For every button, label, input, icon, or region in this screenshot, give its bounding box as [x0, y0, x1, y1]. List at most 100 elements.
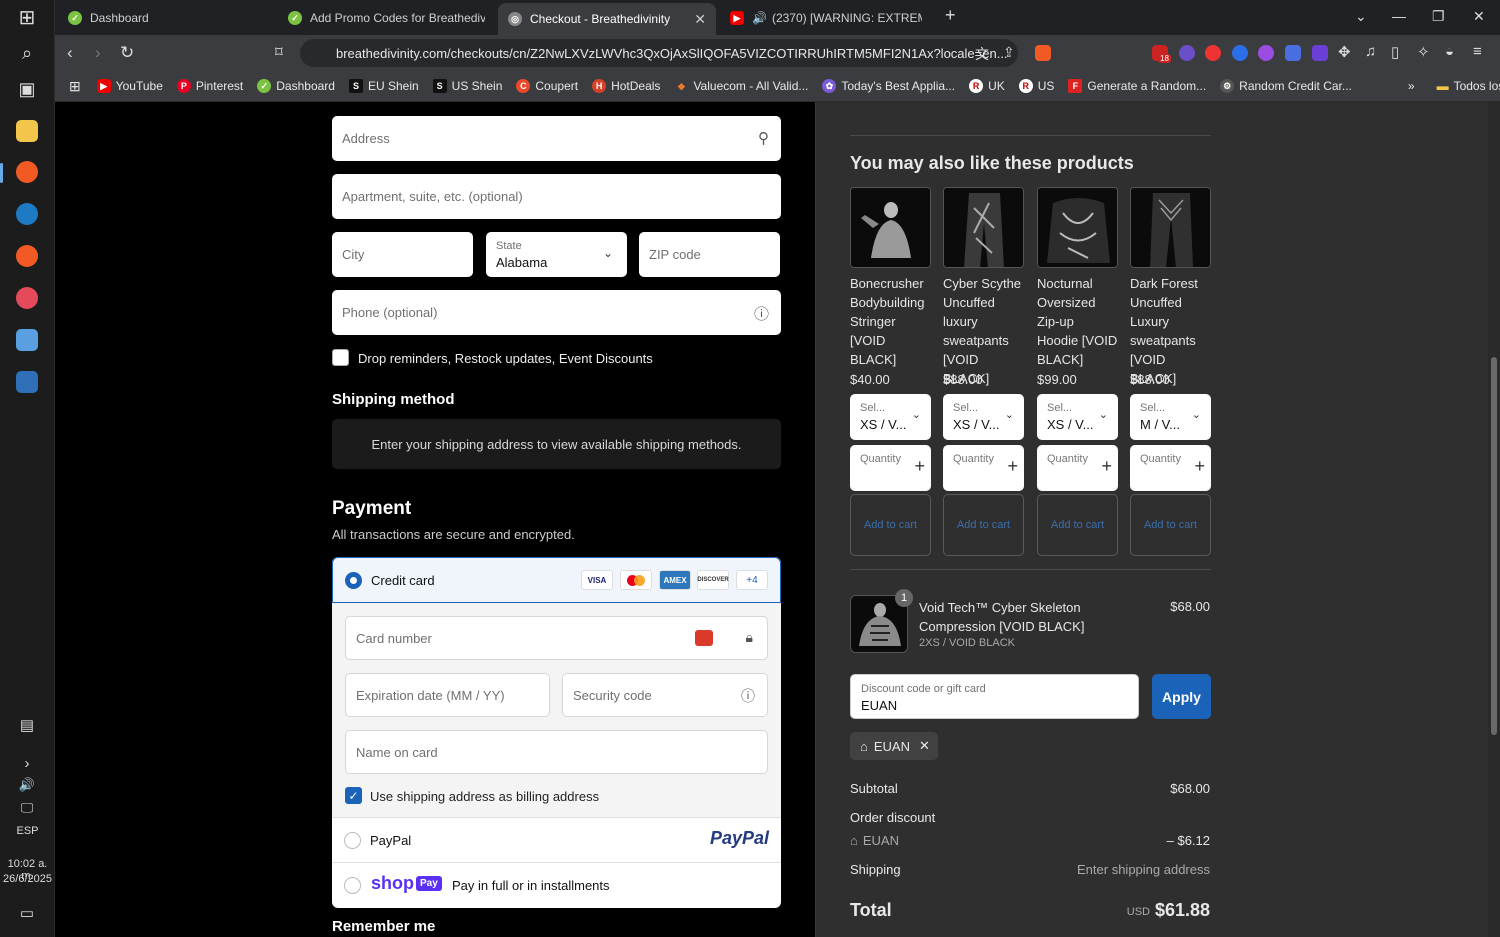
tab-dashboard[interactable]: ✓ Dashboard — [58, 4, 273, 32]
state-select[interactable]: State Alabama ⌄ — [486, 232, 627, 277]
bookmark-valuecom[interactable]: ◆ Valuecom - All Valid... — [674, 79, 808, 93]
shoppay-option[interactable]: shop Pay Pay in full or in installments — [332, 863, 781, 908]
tab-checkout[interactable]: ◎ Checkout - Breathedivinity ✕ — [498, 3, 716, 35]
product-variant-select[interactable]: Sel... M / V... ⌄ — [1130, 394, 1211, 440]
security-code-field[interactable]: Security code ⓘ — [562, 673, 768, 717]
extension-icon[interactable] — [1285, 45, 1301, 61]
product-name[interactable]: Nocturnal Oversized Zip-up Hoodie [VOID … — [1037, 274, 1118, 369]
leo-ai-icon[interactable]: ✧ — [1417, 43, 1430, 61]
address-field[interactable]: Address ⚲ — [332, 116, 781, 161]
app-icon[interactable] — [16, 329, 38, 351]
product-variant-select[interactable]: Sel... XS / V... ⌄ — [943, 394, 1024, 440]
windows-start-icon[interactable]: ⊞ — [14, 4, 40, 30]
music-icon[interactable]: ♫ — [1365, 43, 1376, 60]
maximize-button[interactable]: ❐ — [1432, 8, 1445, 25]
apply-button[interactable]: Apply — [1152, 674, 1211, 719]
minimize-button[interactable]: — — [1392, 8, 1406, 24]
brave-profile-icon[interactable] — [16, 245, 38, 267]
calculator-icon[interactable] — [16, 371, 38, 393]
translate-icon[interactable]: 文 — [975, 44, 989, 64]
brave-profile-icon[interactable] — [16, 287, 38, 309]
phone-field[interactable]: Phone (optional) ⓘ — [332, 290, 781, 335]
paypal-option[interactable]: PayPal PayPal — [332, 818, 781, 863]
apps-grid-icon[interactable]: ⊞ — [69, 78, 81, 95]
credit-card-radio[interactable] — [345, 572, 362, 589]
new-tab-button[interactable]: + — [945, 5, 956, 26]
close-window-button[interactable]: ✕ — [1473, 8, 1485, 25]
url-bar[interactable]: breathedivinity.com/checkouts/cn/Z2NwLXV… — [300, 39, 1018, 67]
product-image[interactable] — [943, 187, 1024, 268]
bookmark-random-credit-card[interactable]: ⚙ Random Credit Car... — [1220, 79, 1352, 93]
extension-icon[interactable] — [1205, 45, 1221, 61]
share-icon[interactable]: ⇪ — [1003, 44, 1015, 61]
scrollbar-thumb[interactable] — [1491, 357, 1497, 735]
tab-add-promo-codes[interactable]: ✓ Add Promo Codes for Breathedivinity — [278, 4, 493, 32]
brave-shield-icon[interactable] — [1035, 45, 1051, 61]
bookmark-dashboard[interactable]: ✓ Dashboard — [257, 79, 335, 93]
clock-date[interactable]: 26/6/2025 — [0, 873, 55, 885]
name-on-card-field[interactable]: Name on card — [345, 730, 768, 774]
search-icon[interactable]: ⌕ — [14, 40, 40, 66]
language-indicator[interactable]: ESP — [0, 825, 55, 837]
notification-icon[interactable]: ▭ — [14, 900, 40, 926]
plus-icon[interactable]: + — [914, 456, 925, 477]
bookmark-todays-best[interactable]: ✿ Today's Best Applia... — [822, 79, 955, 93]
wallet-icon[interactable]: ◒ — [1445, 43, 1454, 60]
sidebar-icon[interactable]: ▯ — [1391, 43, 1399, 61]
news-widget-icon[interactable]: ▤ — [14, 712, 40, 738]
bookmark-us-shein[interactable]: S US Shein — [432, 79, 502, 93]
file-explorer-icon[interactable] — [16, 120, 38, 142]
apartment-field[interactable]: Apartment, suite, etc. (optional) — [332, 174, 781, 219]
shoppay-radio[interactable] — [344, 877, 361, 894]
tab-search-icon[interactable]: ⌄ — [1355, 8, 1367, 25]
reminders-checkbox[interactable] — [332, 349, 349, 366]
forward-button[interactable]: › — [95, 43, 101, 63]
add-to-cart-button[interactable]: Add to cart — [943, 494, 1024, 556]
puzzle-icon[interactable]: ✥ — [1338, 43, 1351, 61]
extension-icon[interactable] — [1232, 45, 1248, 61]
product-quantity[interactable]: Quantity + — [1130, 445, 1211, 491]
product-quantity[interactable]: Quantity + — [850, 445, 931, 491]
bookmark-pinterest[interactable]: P Pinterest — [176, 79, 243, 93]
help-icon[interactable]: ⓘ — [754, 303, 769, 324]
extension-icon[interactable] — [1179, 45, 1195, 61]
extension-icon[interactable] — [1258, 45, 1274, 61]
bookmark-icon[interactable]: ⌑ — [275, 43, 283, 61]
bookmarks-more-button[interactable]: » — [1408, 79, 1415, 93]
product-variant-select[interactable]: Sel... XS / V... ⌄ — [1037, 394, 1118, 440]
remove-discount-icon[interactable]: ✕ — [919, 738, 930, 754]
bookmark-generate-random[interactable]: F Generate a Random... — [1068, 79, 1206, 93]
all-favorites-folder[interactable]: ▬ Todos los favoritos — [1437, 79, 1500, 93]
brave-icon[interactable] — [16, 161, 38, 183]
product-quantity[interactable]: Quantity + — [1037, 445, 1118, 491]
close-icon[interactable]: ✕ — [694, 11, 706, 28]
city-field[interactable]: City — [332, 232, 473, 277]
brave-profile-icon[interactable] — [16, 203, 38, 225]
product-name[interactable]: Bonecrusher Bodybuilding Stringer [VOID … — [850, 274, 931, 369]
product-name[interactable]: Dark Forest Uncuffed Luxury sweatpants [… — [1130, 274, 1211, 388]
task-view-icon[interactable]: ▣ — [14, 76, 40, 102]
help-icon[interactable]: ⓘ — [741, 686, 755, 706]
credit-card-option[interactable]: Credit card VISA AMEX DISCOVER +4 — [332, 557, 781, 603]
zip-field[interactable]: ZIP code — [639, 232, 780, 277]
add-to-cart-button[interactable]: Add to cart — [1037, 494, 1118, 556]
product-image[interactable] — [1130, 187, 1211, 268]
product-name[interactable]: Cyber Scythe Uncuffed luxury sweatpants … — [943, 274, 1024, 388]
page-scrollbar[interactable] — [1488, 102, 1500, 937]
network-icon[interactable]: 🖵 — [14, 795, 40, 821]
paypal-radio[interactable] — [344, 832, 361, 849]
card-number-field[interactable]: Card number 🔒︎ — [345, 616, 768, 660]
product-image[interactable] — [850, 187, 931, 268]
product-variant-select[interactable]: Sel... XS / V... ⌄ — [850, 394, 931, 440]
back-button[interactable]: ‹ — [67, 43, 73, 63]
plus-icon[interactable]: + — [1194, 456, 1205, 477]
plus-icon[interactable]: + — [1101, 456, 1112, 477]
tab-youtube[interactable]: ▶ 🔊 (2370) [WARNING: EXTREMELY P — [720, 4, 935, 32]
bookmark-us[interactable]: R US — [1018, 79, 1054, 93]
product-quantity[interactable]: Quantity + — [943, 445, 1024, 491]
bookmark-eu-shein[interactable]: S EU Shein — [348, 79, 419, 93]
autofill-card-icon[interactable] — [695, 630, 713, 646]
discount-field[interactable]: Discount code or gift card EUAN — [850, 674, 1139, 719]
product-image[interactable] — [1037, 187, 1118, 268]
reload-button[interactable]: ↻ — [120, 43, 134, 63]
